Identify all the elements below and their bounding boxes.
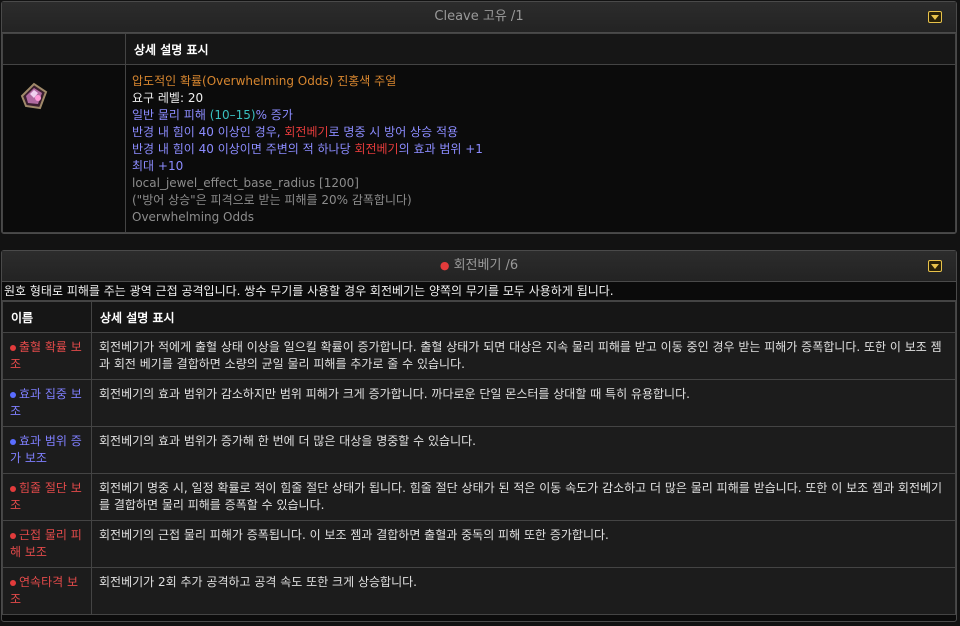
unique-panel-title: Cleave 고유 /1	[434, 9, 524, 24]
red-gem-icon	[10, 532, 16, 539]
icon-column-header	[2, 33, 126, 65]
table-row: 효과 범위 증가 보조 회전베기의 효과 범위가 증가해 한 번에 더 많은 대…	[2, 426, 956, 474]
table-row: 연속타격 보조 회전베기가 2회 추가 공격하고 공격 속도 또한 크게 상승합…	[2, 567, 956, 615]
name-column-header: 이름	[2, 301, 92, 333]
red-gem-icon: ●	[439, 259, 450, 272]
mod-line: 일반 물리 피해 (10–15)% 증가	[132, 108, 293, 122]
unique-table: 상세 설명 표시 압도적인 확률(Overwhelming Odds) 진홍색 …	[2, 33, 956, 233]
support-desc: 회전베기 명중 시, 일정 확률로 적이 힘줄 절단 상태가 됩니다. 힘줄 절…	[91, 473, 956, 521]
support-table: 이름 상세 설명 표시 출혈 확률 보조 회전베기가 적에게 출혈 상태 이상을…	[2, 301, 956, 615]
mod-line: 반경 내 힘이 40 이상인 경우, 회전베기로 명중 시 방어 상승 적용	[132, 125, 459, 139]
unique-panel-header[interactable]: Cleave 고유 /1	[2, 2, 956, 33]
flavour-name: Overwhelming Odds	[132, 210, 254, 224]
level-requirement: 요구 레벨: 20	[132, 91, 204, 105]
support-name[interactable]: 연속타격 보조	[2, 567, 92, 615]
support-desc: 회전베기의 근접 물리 피해가 증폭됩니다. 이 보조 젬과 결합하면 출혈과 …	[91, 520, 956, 568]
support-desc: 회전베기의 효과 범위가 증가해 한 번에 더 많은 대상을 명중할 수 있습니…	[91, 426, 956, 474]
blue-gem-icon	[10, 438, 16, 445]
chevron-down-icon[interactable]	[928, 260, 942, 272]
skill-panel-header[interactable]: ● 회전베기 /6	[2, 251, 956, 282]
jewel-properties: 압도적인 확률(Overwhelming Odds) 진홍색 주얼 요구 레벨:…	[125, 64, 956, 233]
red-gem-icon	[10, 579, 16, 586]
item-name: 압도적인 확률(Overwhelming Odds) 진홍색 주얼	[132, 74, 397, 88]
table-row: 힘줄 절단 보조 회전베기 명중 시, 일정 확률로 적이 힘줄 절단 상태가 …	[2, 473, 956, 521]
blue-gem-icon	[10, 391, 16, 398]
support-name[interactable]: 힘줄 절단 보조	[2, 473, 92, 521]
skill-link[interactable]: 회전베기	[284, 125, 328, 139]
support-desc: 회전베기가 2회 추가 공격하고 공격 속도 또한 크게 상승합니다.	[91, 567, 956, 615]
skill-panel: ● 회전베기 /6 원호 형태로 피해를 주는 광역 근접 공격입니다. 쌍수 …	[1, 250, 957, 622]
red-gem-icon	[10, 485, 16, 492]
table-row: 근접 물리 피해 보조 회전베기의 근접 물리 피해가 증폭됩니다. 이 보조 …	[2, 520, 956, 568]
support-name[interactable]: 효과 범위 증가 보조	[2, 426, 92, 474]
crimson-jewel-icon[interactable]	[16, 78, 52, 114]
support-name[interactable]: 효과 집중 보조	[2, 379, 92, 427]
chevron-down-icon[interactable]	[928, 11, 942, 23]
red-gem-icon	[10, 344, 16, 351]
skill-panel-title: 회전베기 /6	[453, 258, 519, 273]
raw-stat: local_jewel_effect_base_radius [1200]	[132, 176, 359, 190]
mod-line: 최대 +10	[132, 159, 184, 173]
support-name[interactable]: 근접 물리 피해 보조	[2, 520, 92, 568]
unique-panel: Cleave 고유 /1 상세 설명 표시 압도적인 확률(Overwhelmi…	[1, 1, 957, 234]
support-desc: 회전베기의 효과 범위가 감소하지만 범위 피해가 크게 증가합니다. 까다로운…	[91, 379, 956, 427]
skill-description: 원호 형태로 피해를 주는 광역 근접 공격입니다. 쌍수 무기를 사용할 경우…	[2, 282, 956, 301]
table-row: 효과 집중 보조 회전베기의 효과 범위가 감소하지만 범위 피해가 크게 증가…	[2, 379, 956, 427]
details-column-header: 상세 설명 표시	[91, 301, 956, 333]
support-name[interactable]: 출혈 확률 보조	[2, 332, 92, 380]
jewel-icon-cell	[2, 64, 126, 233]
details-column-header: 상세 설명 표시	[125, 33, 956, 65]
table-row: 출혈 확률 보조 회전베기가 적에게 출혈 상태 이상을 일으킬 확률이 증가합…	[2, 332, 956, 380]
reminder-text: ("방어 상승"은 피격으로 받는 피해를 20% 감폭합니다)	[132, 193, 412, 207]
support-desc: 회전베기가 적에게 출혈 상태 이상을 일으킬 확률이 증가합니다. 출혈 상태…	[91, 332, 956, 380]
mod-line: 반경 내 힘이 40 이상이면 주변의 적 하나당 회전베기의 효과 범위 +1	[132, 142, 483, 156]
skill-link[interactable]: 회전베기	[354, 142, 398, 156]
